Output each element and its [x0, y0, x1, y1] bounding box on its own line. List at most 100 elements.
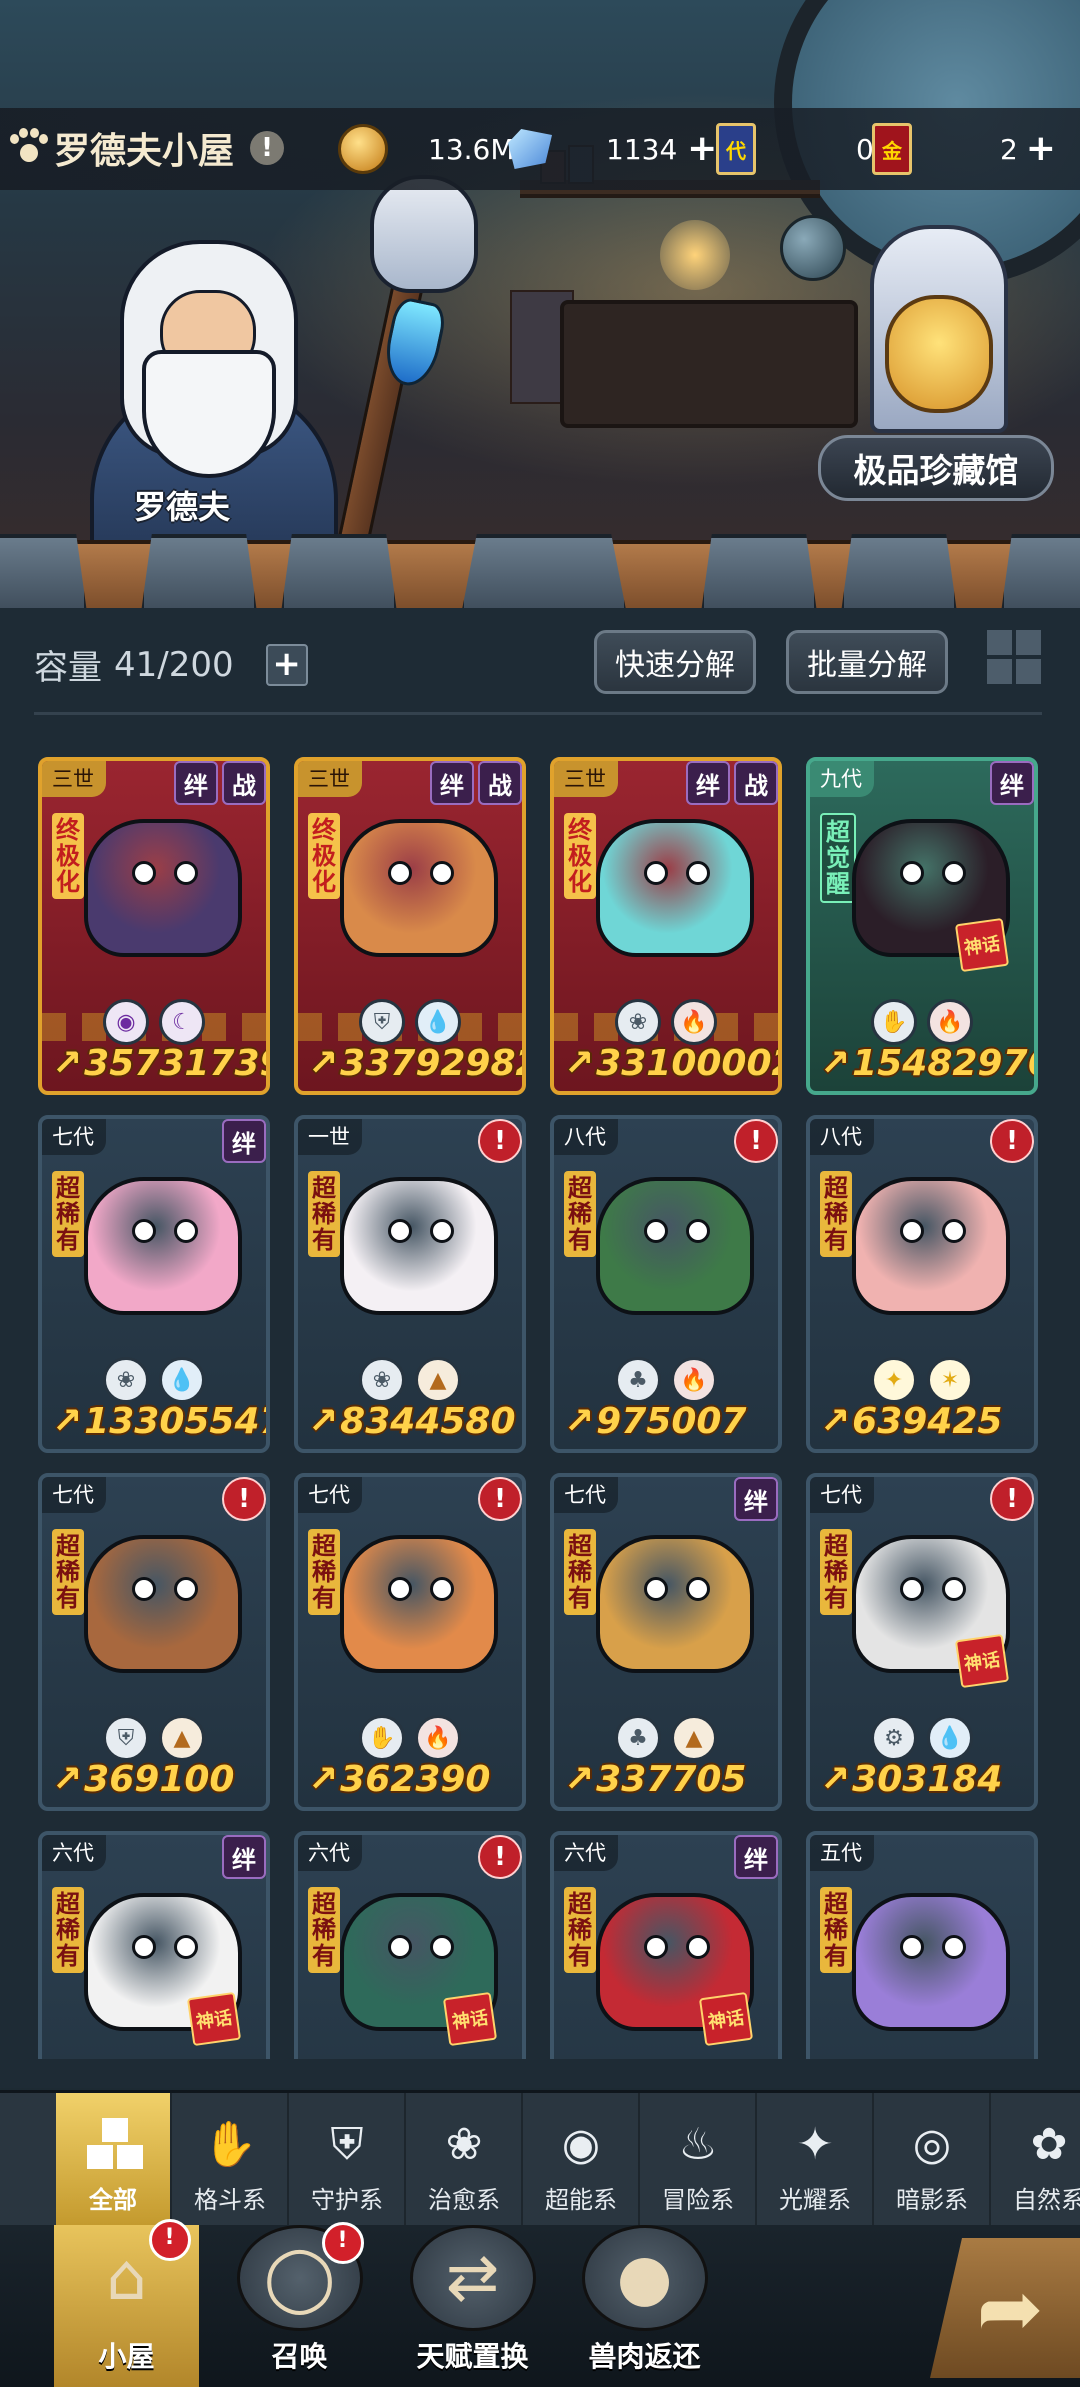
mythic-seal: 神话 [954, 917, 1010, 973]
pet-card[interactable]: 三世绊战终极化 ❀ 🔥 ↗33100002 [550, 757, 782, 1095]
tab-label: 冒险系 [662, 2186, 734, 2214]
generation-label: 三世 [42, 761, 106, 797]
pet-card[interactable]: 九代绊超觉醒 神话 ✋ 🔥 ↗15482976 [806, 757, 1038, 1095]
fight-icon: ✋ [359, 1715, 405, 1761]
power-value: 8344580 [340, 1401, 516, 1442]
heal-icon: ❀ [359, 1357, 405, 1403]
alert-badge: ! [478, 1835, 522, 1879]
tab-all[interactable]: 全部 [56, 2093, 172, 2225]
pet-card[interactable]: 六代! 超稀有 神话 [294, 1831, 526, 2059]
collector-throne[interactable] [860, 225, 1010, 435]
light-icon: ✦ [871, 1357, 917, 1403]
tab-lantern[interactable]: ♨ 冒险系 [641, 2093, 757, 2225]
creature-portrait [852, 1893, 1010, 2031]
quick-decompose-button[interactable]: 快速分解 [594, 630, 756, 694]
fight-icon: ✋ [871, 999, 917, 1045]
creature-eye [644, 1577, 668, 1601]
combat-power: ↗15482976 [820, 1043, 1034, 1084]
combat-power: ↗337705 [564, 1759, 746, 1800]
nav-label: 兽肉返还 [588, 2340, 701, 2373]
bond-badge: 绊 [734, 1835, 778, 1879]
generation-label: 七代 [42, 1477, 106, 1513]
pet-card[interactable]: 七代绊超稀有 ♣ ▲ ↗337705 [550, 1473, 782, 1811]
element-icons: ❀ 🔥 [554, 999, 778, 1045]
creature-eye [174, 1935, 198, 1959]
generation-label: 七代 [42, 1119, 106, 1155]
egg-icon: ◯! [236, 2222, 364, 2331]
card-b-resource: 金 2 + [872, 123, 1058, 175]
candle-glow [660, 220, 730, 290]
gold-coin-icon [338, 124, 388, 174]
power-arrow-icon: ↗ [820, 1043, 851, 1084]
generation-label: 八代 [810, 1119, 874, 1155]
creature-eye [430, 1219, 454, 1243]
gem-value: 1134 [606, 132, 678, 166]
collector-hall-button[interactable]: 极品珍藏馆 [818, 435, 1054, 501]
pet-card[interactable]: 七代! 超稀有 神话 ⚙ 💧 ↗303184 [806, 1473, 1038, 1811]
leaf-icon: ✿ [1030, 2118, 1068, 2170]
tab-alien[interactable]: ◉ 超能系 [524, 2093, 640, 2225]
fire-icon: 🔥 [927, 999, 973, 1045]
expand-capacity-button[interactable]: + [265, 643, 308, 686]
rarity-tag: 超稀有 [820, 1529, 852, 1615]
mythic-seal: 神话 [698, 1991, 754, 2047]
power-value: 13305547 [84, 1401, 270, 1442]
tab-star[interactable]: ✦ 光耀系 [758, 2093, 874, 2225]
gem-add-button[interactable]: + [685, 131, 719, 167]
pet-card[interactable]: 八代! 超稀有 ✦ ✶ ↗639425 [806, 1115, 1038, 1453]
nav-label: 天赋置换 [416, 2340, 529, 2373]
nav-meat[interactable]: ● 兽肉返还 [572, 2225, 717, 2387]
generation-label: 七代 [554, 1477, 618, 1513]
pet-card[interactable]: 八代! 超稀有 ♣ 🔥 ↗975007 [550, 1115, 782, 1453]
capacity-label: 容量 [34, 648, 102, 688]
rarity-tag: 超稀有 [52, 1171, 84, 1257]
tab-label: 格斗系 [194, 2186, 266, 2214]
power-value: 35731739 [84, 1043, 270, 1084]
tab-fist[interactable]: ✋ 格斗系 [173, 2093, 289, 2225]
power-arrow-icon: ↗ [52, 1043, 83, 1084]
all-icon [85, 2116, 143, 2172]
pet-card[interactable]: 六代 绊超稀有 神话 [38, 1831, 270, 2059]
creature-eye [174, 1219, 198, 1243]
pet-card[interactable]: 一世! 超稀有 ❀ ▲ ↗8344580 [294, 1115, 526, 1453]
pet-card[interactable]: 七代! 超稀有 ⛨ ▲ ↗369100 [38, 1473, 270, 1811]
pet-card[interactable]: 七代! 超稀有 ✋ 🔥 ↗362390 [294, 1473, 526, 1811]
bond-badge: 绊 [222, 1119, 266, 1163]
adv-icon: ♣ [615, 1357, 661, 1403]
pet-card[interactable]: 三世绊战终极化 ◉ ☾ ↗35731739 [38, 757, 270, 1095]
creature-eye [900, 1577, 924, 1601]
alert-badge: ! [478, 1119, 522, 1163]
mythic-seal: 神话 [954, 1633, 1010, 1689]
tab-sprout[interactable]: ❀ 治愈系 [407, 2093, 523, 2225]
heal-icon: ❀ [103, 1357, 149, 1403]
pet-card[interactable]: 六代 绊超稀有 神话 [550, 1831, 782, 2059]
earth-icon: ▲ [671, 1715, 717, 1761]
grid-view-toggle[interactable] [987, 630, 1041, 684]
card-a-resource: 代 0 [716, 123, 874, 175]
nav-house[interactable]: ⌂! 小屋 [54, 2219, 199, 2387]
guard-icon: ⛨ [103, 1715, 149, 1761]
generation-card-icon: 代 [716, 123, 756, 175]
combat-power: ↗33792982 [308, 1043, 522, 1084]
tab-eye[interactable]: ◎ 暗影系 [875, 2093, 991, 2225]
bottom-navigation: ⌂! 小屋 ◯! 召唤 ⇄ 天赋置换 ● 兽肉返还 [0, 2219, 1080, 2387]
info-icon[interactable]: ! [250, 131, 285, 165]
shield-icon: ⛨ [330, 2118, 364, 2170]
power-arrow-icon: ↗ [564, 1043, 595, 1084]
tab-shield[interactable]: ⛨ 守护系 [290, 2093, 406, 2225]
creature-eye [430, 1935, 454, 1959]
nav-egg[interactable]: ◯! 召唤 [227, 2222, 372, 2387]
pet-card[interactable]: 五代 超稀有 [806, 1831, 1038, 2059]
card-b-add-button[interactable]: + [1024, 131, 1058, 167]
creature-eye [644, 1219, 668, 1243]
creature-eye [174, 1577, 198, 1601]
bond-badge: 绊 [686, 761, 730, 805]
pet-card[interactable]: 七代绊超稀有 ❀ 💧 ↗13305547 [38, 1115, 270, 1453]
batch-decompose-button[interactable]: 批量分解 [786, 630, 948, 694]
pet-card[interactable]: 三世绊战终极化 ⛨ 💧 ↗33792982 [294, 757, 526, 1095]
alert-badge: ! [990, 1477, 1034, 1521]
tab-leaf[interactable]: ✿ 自然系 [992, 2093, 1080, 2225]
power-value: 303184 [852, 1759, 1003, 1800]
nav-swap[interactable]: ⇄ 天赋置换 [400, 2225, 545, 2387]
rarity-tag: 终极化 [564, 813, 596, 899]
